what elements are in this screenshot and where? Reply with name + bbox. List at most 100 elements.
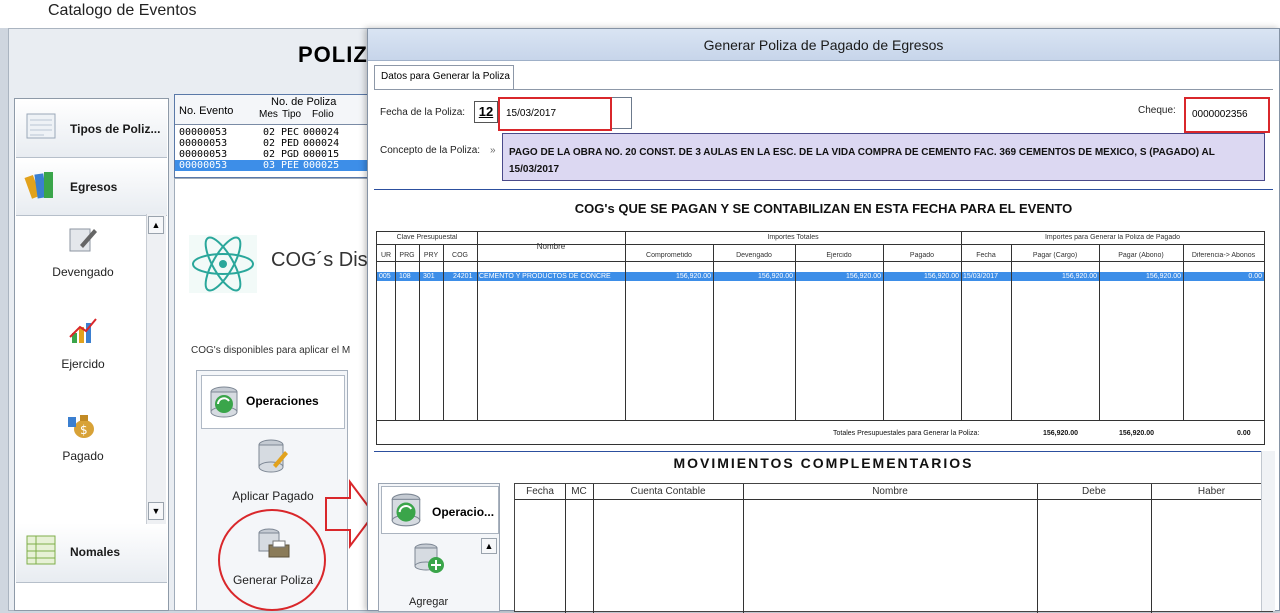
cell-ejercido: 156,920.00 [845,273,881,280]
mov-operations-header: Operacio... [381,486,499,534]
concepto-input[interactable]: PAGO DE LA OBRA NO. 20 CONST. DE 3 AULAS… [502,133,1265,181]
table-row[interactable]: 00000053 02 PEC 000024 [175,127,371,138]
cell-diferencia: 0.00 [1248,273,1262,280]
grid-line [961,232,962,420]
dialog-scrollbar[interactable] [1261,451,1275,611]
col-fecha: Fecha [976,252,996,259]
cheque-label: Cheque: [1138,105,1176,116]
grid-line [443,244,444,420]
database-refresh-icon [210,386,238,418]
cell-abono: 156,920.00 [1145,273,1181,280]
mov-section-title: MOVIMIENTOS COMPLEMENTARIOS [673,455,974,471]
grid-line [377,244,1264,245]
scroll-down-button[interactable]: ▼ [148,502,164,520]
col-mes: Mes [259,109,278,120]
calendar-icon[interactable]: 12 [474,101,498,123]
col-abono: Pagar (Abono) [1118,252,1164,259]
col-comprometido: Comprometido [646,252,692,259]
ledger-icon [26,535,56,565]
mov-operations-panel: Operacio... ▲ Agregar [378,483,500,612]
event-table-header: No. Evento No. de Poliza Mes Tipo Folio [175,95,371,125]
sidebar-subitem-ejercido[interactable]: Ejercido [16,309,150,399]
subitem-label: Ejercido [61,357,105,371]
mov-col-fecha: Fecha [526,486,554,497]
agregar-button[interactable]: Agregar [381,540,477,610]
sidebar-subitems: Devengado Ejercido $ Pagado [16,217,167,517]
grid-line [419,244,420,420]
cell-comprometido: 156,920.00 [675,273,711,280]
concepto-marker: » [490,145,496,156]
mov-col-cuenta: Cuenta Contable [630,486,706,497]
database-edit-icon [258,439,288,473]
table-row[interactable]: 00000053 02 PGD 000015 [175,149,371,160]
fecha-label: Fecha de la Poliza: [380,107,466,118]
agregar-label: Agregar [409,596,449,608]
cog-section-title: COG's QUE SE PAGAN Y SE CONTABILIZAN EN … [574,201,1073,216]
col-cog: COG [452,252,468,259]
mov-operations-title: Operacio... [432,505,495,519]
col-diferencia: Diferencia-> Abonos [1191,252,1256,259]
atom-logo-icon [189,235,257,293]
grid-line [565,484,566,613]
sidebar-item-label: Tipos de Poliz... [70,122,161,136]
cell-devengado: 156,920.00 [757,273,793,280]
col-devengado: Devengado [736,252,772,259]
header-importes: Importes Totales [767,234,819,241]
fecha-input-tail [612,97,632,129]
cell-fecha: 15/03/2017 [963,273,999,280]
col-poliza: No. de Poliza [271,96,337,108]
concepto-label: Concepto de la Poliza: [380,145,481,156]
database-refresh-icon [391,493,421,527]
grid-line [1183,244,1184,420]
cell-nombre: CEMENTO Y PRODUCTOS DE CONCRE [479,273,611,280]
database-add-icon [414,543,444,573]
cog-table[interactable]: Clave Presupuestal Nombre Importes Total… [376,231,1265,445]
cell-pagado: 156,920.00 [923,273,959,280]
grid-line [1011,244,1012,420]
scroll-up-button[interactable]: ▲ [481,538,497,554]
dialog-title: Generar Poliza de Pagado de Egresos [368,29,1279,61]
tab-datos[interactable]: Datos para Generar la Poliza [374,65,514,89]
sidebar-item-tipos[interactable]: Tipos de Poliz... [16,100,167,158]
mov-col-nombre: Nombre [872,486,908,497]
total-cargo: 156,920.00 [1043,430,1079,437]
event-table[interactable]: No. Evento No. de Poliza Mes Tipo Folio … [174,94,371,178]
col-evento: No. Evento [179,105,234,117]
grid-line [477,232,478,420]
col-folio: Folio [312,109,334,120]
poliz-title: POLIZ [298,42,368,67]
cheque-input[interactable]: 0000002356 [1184,97,1270,133]
grid-line [395,244,396,420]
totals-label: Totales Presupuestales para Generar la P… [833,430,980,437]
scroll-up-button[interactable]: ▲ [148,216,164,234]
mov-table[interactable]: Fecha MC Cuenta Contable Nombre Debe Hab… [514,483,1273,613]
grid-line [625,232,626,420]
cog-panel-title: COG´s Dis [271,249,368,271]
sidebar-subitem-pagado[interactable]: $ Pagado [16,401,150,491]
sidebar-subitem-devengado[interactable]: Devengado [16,217,150,307]
table-row[interactable]: 00000053 02 PED 000024 [175,138,371,149]
tab-divider [374,89,1273,90]
grid-line [593,484,594,613]
grid-line [377,420,1264,421]
cell-ur: 005 [379,273,391,280]
sidebar-item-egresos[interactable]: Egresos [16,158,167,216]
mov-col-haber: Haber [1197,486,1226,497]
sidebar-scrollbar[interactable]: ▲ ▼ [146,214,166,524]
operations-header: Operaciones [201,375,345,429]
col-pagado: Pagado [909,252,935,259]
grid-line [1099,244,1100,420]
svg-text:$: $ [80,423,88,437]
fecha-input[interactable]: 15/03/2017 [498,97,612,131]
sidebar-item-normales[interactable]: Nomales [16,523,167,583]
sidebar-item-label: Nomales [70,545,121,559]
generar-poliza-dialog: Generar Poliza de Pagado de Egresos Dato… [367,28,1280,613]
grid-line [1151,484,1152,613]
total-abono: 156,920.00 [1119,430,1155,437]
col-ejercido: Ejercido [826,252,852,259]
grid-line [1037,484,1038,613]
table-row-selected[interactable]: 00000053 03 PEE 000025 [175,160,371,171]
cell-prg: 108 [399,273,411,280]
subitem-label: Pagado [62,449,104,463]
highlight-circle [218,509,326,611]
